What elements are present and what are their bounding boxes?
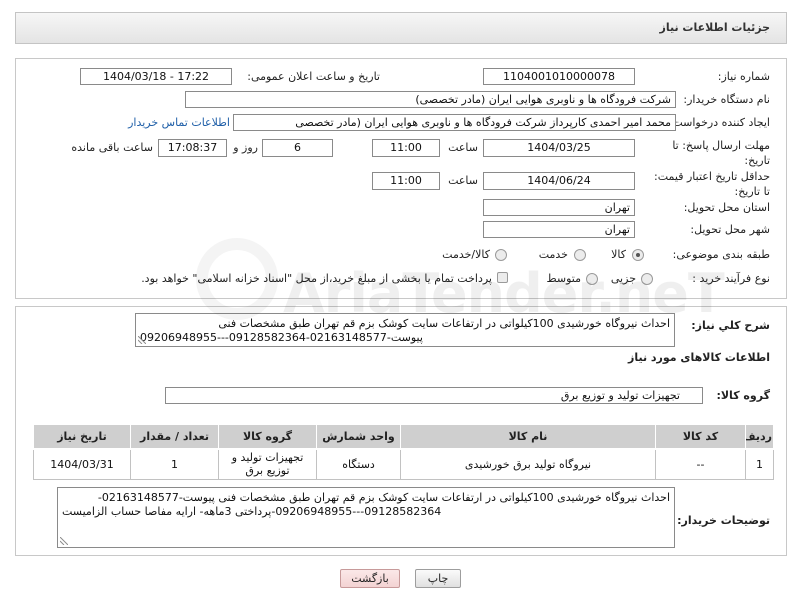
page: جزئیات اطلاعات نیاز شماره نیاز: 11040010… [0,0,788,606]
remaining-days-field[interactable]: 6 [262,139,333,157]
col-header-item-name: نام کالا [400,424,656,450]
city-field[interactable]: تهران [483,221,635,238]
summary-label: شرح کلي نياز: [691,319,770,332]
process-option-medium: متوسط [546,272,581,285]
goods-group-label: گروه کالا: [716,389,770,402]
table-header-row: ردیف کد کالا نام کالا واحد شمارش گروه کا… [33,424,774,450]
treasury-checkbox[interactable] [497,272,508,283]
deadline-date-field[interactable]: 1404/03/25 [483,139,635,157]
process-option-minor: جزیی [610,272,636,285]
items-heading: اطلاعات کالاهای مورد نیاز [628,351,770,364]
buyer-org-label: نام دستگاه خریدار: [683,93,770,106]
resize-grip-icon[interactable] [138,336,146,344]
category-option-goods-service: کالا/خدمت [442,248,490,261]
category-option-service: خدمت [538,248,568,261]
cell-need-date: 1404/03/31 [33,448,131,480]
treasury-checkbox-label: پرداخت تمام یا بخشی از مبلغ خرید،از محل … [141,272,492,285]
remaining-time-field[interactable]: 17:08:37 [158,139,227,157]
col-header-quantity: تعداد / مقدار [130,424,219,450]
buyer-notes-textarea[interactable]: احداث نیروگاه خورشیدی 100کیلواتی در ارتف… [57,487,675,548]
col-header-unit: واحد شمارش [316,424,401,450]
summary-text: احداث نیروگاه خورشیدی 100کیلواتی در ارتف… [140,317,670,344]
deadline-label-line1: مهلت ارسال پاسخ: تا [672,139,770,152]
announce-datetime-label: تاریخ و ساعت اعلان عمومی: [247,70,380,83]
cell-item-name: نیروگاه تولید برق خورشیدی [400,448,656,480]
price-validity-label: حداقل تاریخ اعتبار قیمت: تا تاریخ: [654,169,770,199]
col-header-row-number: ردیف [745,424,774,450]
deadline-time-label: ساعت [448,141,478,154]
buyer-org-field[interactable]: شرکت فرودگاه ها و ناوبری هوایی ایران (ما… [185,91,676,108]
section-header-bar: جزئیات اطلاعات نیاز [15,12,787,44]
province-label: استان محل تحویل: [683,201,770,214]
requester-label: ایجاد کننده درخواست: [668,116,770,129]
remaining-time-label: ساعت باقی مانده [71,141,153,154]
city-label: شهر محل تحویل: [690,223,770,236]
summary-textarea[interactable]: احداث نیروگاه خورشیدی 100کیلواتی در ارتف… [135,313,675,347]
province-field[interactable]: تهران [483,199,635,216]
cell-quantity: 1 [130,448,219,480]
category-label: طبقه بندی موضوعی: [672,248,770,261]
buyer-notes-label: توضیحات خریدار: [677,514,770,527]
need-number-label: شماره نیاز: [717,70,770,83]
need-number-field[interactable]: 1104001010000078 [483,68,635,85]
process-type-label: نوع فرآیند خرید : [692,272,770,285]
announce-datetime-field[interactable]: 1404/03/18 - 17:22 [80,68,232,85]
category-radio-goods-service[interactable] [495,249,507,261]
process-radio-medium[interactable] [586,273,598,285]
col-header-item-code: کد کالا [655,424,746,450]
page-title: جزئیات اطلاعات نیاز [659,21,771,34]
back-button[interactable]: بازگشت [340,569,400,588]
deadline-label: مهلت ارسال پاسخ: تا تاریخ: [672,138,770,168]
category-radio-goods[interactable] [632,249,644,261]
col-header-group: گروه کالا [218,424,317,450]
category-radio-service[interactable] [574,249,586,261]
requester-field[interactable]: محمد امیر احمدی کارپرداز شرکت فرودگاه ها… [233,114,676,131]
goods-group-field[interactable]: تجهیزات تولید و توزیع برق [165,387,703,404]
process-radio-minor[interactable] [641,273,653,285]
print-button[interactable]: چاپ [415,569,461,588]
category-option-goods: کالا [611,248,626,261]
resize-grip-icon[interactable] [60,537,68,545]
price-validity-label-line1: حداقل تاریخ اعتبار قیمت: [654,170,770,183]
cell-group: تجهیزات تولید و توزیع برق [218,448,317,480]
items-table: ردیف کد کالا نام کالا واحد شمارش گروه کا… [33,424,774,480]
price-validity-time-field[interactable]: 11:00 [372,172,440,190]
cell-unit: دستگاه [316,448,401,480]
buyer-contact-link[interactable]: اطلاعات تماس خریدار [128,116,230,130]
cell-row-number: 1 [745,448,774,480]
remaining-days-label: روز و [233,141,258,154]
buyer-notes-text: احداث نیروگاه خورشیدی 100کیلواتی در ارتف… [62,491,670,518]
price-validity-date-field[interactable]: 1404/06/24 [483,172,635,190]
price-validity-label-line2: تا تاریخ: [734,185,770,198]
table-row: 1 -- نیروگاه تولید برق خورشیدی دستگاه تج… [33,448,774,480]
deadline-time-field[interactable]: 11:00 [372,139,440,157]
price-validity-time-label: ساعت [448,174,478,187]
col-header-need-date: تاریخ نیاز [33,424,131,450]
cell-item-code: -- [655,448,746,480]
deadline-label-line2: تاریخ: [744,154,770,167]
